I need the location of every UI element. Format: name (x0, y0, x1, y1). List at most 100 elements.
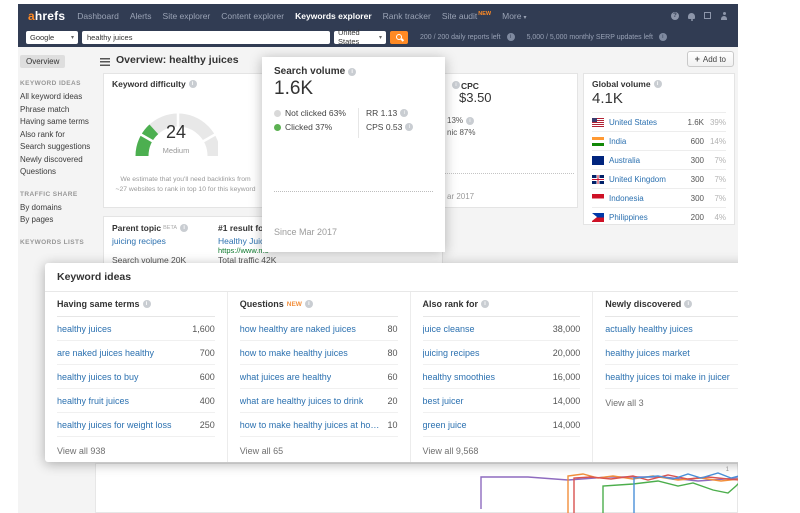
view-all-link[interactable]: View all 65 (240, 446, 398, 456)
nav-item-more[interactable]: More ▾ (502, 11, 526, 21)
keyword-row: how to make healthy juices 80 (239, 341, 398, 365)
country-link[interactable]: Australia (609, 156, 678, 165)
keyword-link[interactable]: how healthy are naked juices (240, 324, 356, 334)
country-select[interactable]: United States ▾ (334, 28, 386, 46)
country-row: United Kingdom 300 7% (592, 169, 726, 188)
add-to-button[interactable]: + Add to (686, 51, 734, 67)
country-link[interactable]: Indonesia (609, 194, 678, 203)
keyword-link[interactable]: healthy juices toi make in juicer (605, 372, 730, 382)
country-link[interactable]: Philippines (609, 213, 678, 222)
position-history-card: 1 (95, 463, 738, 513)
country-link[interactable]: United Kingdom (609, 175, 678, 184)
keyword-link[interactable]: how to make healthy juices (240, 348, 348, 358)
user-icon[interactable] (720, 11, 728, 20)
nav-items: Dashboard Alerts Site explorer Content expl… (77, 11, 537, 21)
cpc-value: $3.50 (459, 90, 492, 105)
info-icon[interactable] (348, 67, 357, 76)
nav-item-site-explorer[interactable]: Site explorer (163, 11, 211, 21)
country-link[interactable]: United States (609, 118, 678, 127)
info-icon[interactable] (481, 300, 490, 308)
keyword-link[interactable]: are naked juices healthy (57, 348, 154, 358)
view-all-link[interactable]: View all 9,568 (423, 446, 581, 456)
keyword-link[interactable]: how to make healthy juices at home (240, 420, 382, 430)
menu-icon[interactable] (100, 58, 110, 66)
nav-item-content-explorer[interactable]: Content explorer (221, 11, 284, 21)
notifications-icon[interactable] (688, 12, 695, 21)
info-icon[interactable] (684, 300, 693, 308)
keyword-link[interactable]: what are healthy juices to drink (240, 396, 364, 406)
keyword-input[interactable] (82, 30, 330, 44)
sidebar-item-questions[interactable]: Questions (20, 166, 95, 179)
keyword-link[interactable]: green juice (423, 420, 467, 430)
country-link[interactable]: India (609, 137, 678, 146)
sidebar-item-by-domains[interactable]: By domains (20, 202, 95, 215)
country-row: Indonesia 300 7% (592, 188, 726, 207)
info-icon[interactable] (452, 81, 460, 89)
sidebar-item-overview[interactable]: Overview (20, 55, 66, 68)
keyword-ideas-columns: Having same terms healthy juices 1,600 are … (45, 291, 738, 462)
paid-percent: 13% (447, 116, 475, 125)
nav-item-alerts[interactable]: Alerts (130, 11, 152, 21)
keyword-ideas-title: Keyword ideas (57, 271, 132, 283)
nav-item-dashboard[interactable]: Dashboard (77, 11, 119, 21)
nav-item-keywords-explorer[interactable]: Keywords explorer (295, 11, 372, 21)
flag-ph-icon (592, 212, 604, 222)
keyword-volume: 20,000 (552, 347, 581, 358)
sidebar-item-search-suggestions[interactable]: Search suggestions (20, 141, 95, 154)
keyword-link[interactable]: healthy juices for weight loss (57, 420, 172, 430)
sidebar-item-all-keyword-ideas[interactable]: All keyword ideas (20, 91, 95, 104)
keyword-column-having-same-terms: Having same terms healthy juices 1,600 are … (45, 292, 227, 462)
keyword-link[interactable]: what juices are healthy (240, 372, 332, 382)
view-all-link[interactable]: View all 3 (605, 398, 738, 408)
country-percent: 39% (709, 117, 726, 127)
info-icon[interactable] (400, 109, 409, 117)
keyword-row: juicing recipes 20,000 (422, 341, 581, 365)
keyword-link[interactable]: healthy fruit juices (57, 396, 129, 406)
parent-topic-link[interactable]: juicing recipes (112, 236, 166, 246)
search-volume-bar-chart (274, 155, 433, 217)
keyword-link[interactable]: healthy juices (57, 324, 112, 334)
sidebar-item-having-same-terms[interactable]: Having same terms (20, 116, 95, 129)
country-percent: 14% (709, 136, 726, 146)
search-engine-value: Google (30, 32, 55, 42)
keyword-link[interactable]: healthy smoothies (423, 372, 496, 382)
chevron-down-icon: ▾ (523, 14, 527, 21)
sidebar-item-phrase-match[interactable]: Phrase match (20, 104, 95, 117)
keyword-link[interactable]: healthy juices to buy (57, 372, 139, 382)
view-all-link[interactable]: View all 938 (57, 446, 215, 456)
keyword-link[interactable]: best juicer (423, 396, 464, 406)
info-icon[interactable] (653, 80, 662, 88)
sidebar-item-also-rank-for[interactable]: Also rank for (20, 129, 95, 142)
sidebar-item-newly-discovered[interactable]: Newly discovered (20, 154, 95, 167)
info-icon[interactable] (658, 33, 667, 41)
info-icon[interactable] (180, 224, 189, 232)
info-icon[interactable] (304, 300, 313, 308)
keyword-link[interactable]: actually healthy juices (605, 324, 693, 334)
gray-dot-icon (274, 109, 281, 117)
keyword-link[interactable]: juice cleanse (423, 324, 475, 334)
nav-item-rank-tracker[interactable]: Rank tracker (383, 11, 431, 21)
keyword-link[interactable]: juicing recipes (423, 348, 480, 358)
search-button[interactable] (390, 30, 408, 44)
info-icon[interactable] (188, 80, 197, 88)
new-badge: NEW (286, 300, 302, 308)
nav-item-label: Keywords explorer (295, 10, 372, 21)
sidebar-item-by-pages[interactable]: By pages (20, 214, 95, 227)
keyword-row: what are healthy juices to drink 20 (239, 389, 398, 413)
keyword-link[interactable]: healthy juices market (605, 348, 690, 358)
help-icon[interactable] (671, 11, 679, 20)
return-rate: RR 1.13 (366, 108, 409, 118)
global-volume-rows: United States 1.6K 39% India 600 14% Australia… (592, 112, 726, 226)
info-icon[interactable] (506, 33, 515, 41)
sidebar-sections: KEYWORD IDEAS All keyword ideas Phrase mat… (20, 80, 95, 246)
info-icon[interactable] (405, 123, 414, 131)
green-dot-icon (274, 123, 281, 131)
info-icon[interactable] (466, 116, 475, 125)
ahrefs-logo[interactable]: ahrefs (28, 9, 65, 23)
position-line-green (602, 480, 738, 513)
app-window: ahrefs Dashboard Alerts Site explorer Conte… (18, 4, 738, 47)
info-icon[interactable] (142, 300, 151, 308)
apps-icon[interactable] (704, 12, 711, 19)
nav-item-site-audit[interactable]: Site auditNEW (442, 11, 491, 21)
search-engine-select[interactable]: Google ▾ (26, 30, 78, 44)
